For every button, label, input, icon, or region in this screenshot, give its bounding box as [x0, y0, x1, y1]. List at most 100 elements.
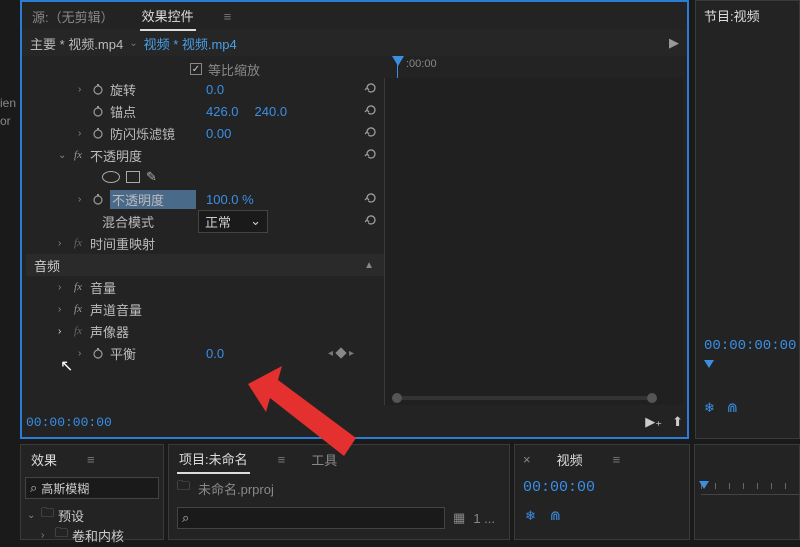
panel-menu-icon[interactable]: ≡ — [278, 452, 286, 467]
clip-master-label[interactable]: 主要 * 视频.mp4 — [30, 34, 123, 53]
bin-lumetri[interactable]: › 🗀 卷和内核 — [27, 525, 157, 545]
source-timecode[interactable]: 00:00:00 — [515, 473, 689, 502]
anchor-y-value[interactable]: 240.0 — [255, 104, 288, 119]
clip-active-label[interactable]: 视频 * 视频.mp4 — [144, 34, 237, 53]
disclosure-icon[interactable]: › — [58, 326, 70, 337]
effect-timeline-ruler[interactable]: :00:00 — [392, 56, 683, 78]
program-playhead[interactable] — [704, 360, 714, 368]
project-header: 🗀 未命名.prproj — [169, 473, 509, 503]
stopwatch-icon[interactable] — [90, 345, 106, 361]
disclosure-icon[interactable]: › — [78, 128, 90, 139]
anchor-x-value[interactable]: 426.0 — [206, 104, 239, 119]
stopwatch-icon[interactable] — [90, 191, 106, 207]
disclosure-icon[interactable]: › — [78, 348, 90, 359]
tab-source-clip[interactable]: 视频 — [555, 446, 585, 473]
tab-source[interactable]: 源:（无剪辑） — [30, 3, 116, 30]
icon-view-button[interactable]: ▦ — [453, 510, 465, 526]
scroll-handle-right[interactable] — [647, 393, 657, 403]
snap-icon[interactable]: ⋒ — [727, 400, 738, 416]
stopwatch-icon[interactable] — [90, 125, 106, 141]
playhead[interactable] — [392, 56, 404, 66]
effects-search[interactable]: ⌕ × — [25, 477, 159, 499]
row-blend-mode: 混合模式 正常 ⌄ — [26, 210, 384, 232]
chevron-down-icon[interactable]: ⌄ — [129, 38, 137, 49]
reset-button[interactable] — [364, 81, 378, 98]
clip-selector-bar: 主要 * 视频.mp4 ⌄ 视频 * 视频.mp4 ▶ — [22, 30, 687, 56]
keyframe-nav[interactable]: ◂ ▸ — [328, 348, 354, 359]
rotation-value[interactable]: 0.0 — [206, 82, 224, 97]
tab-effects[interactable]: 效果 — [29, 446, 59, 473]
row-mask-shapes: ✎ — [26, 166, 384, 188]
disclosure-icon[interactable]: › — [58, 238, 70, 249]
channel-volume-label: 声道音量 — [90, 300, 176, 319]
reset-button[interactable] — [364, 213, 378, 230]
tab-effect-controls[interactable]: 效果控件 — [140, 2, 196, 31]
row-antiflicker: › 防闪烁滤镜 0.00 — [26, 122, 384, 144]
mark-in-icon[interactable]: ❄ — [525, 508, 536, 524]
tab-program[interactable]: 节目:视频 — [702, 2, 762, 29]
export-frame-icon[interactable]: ⬆ — [672, 414, 683, 430]
disclosure-icon[interactable]: ⌄ — [27, 510, 37, 521]
play-only-icon[interactable]: ▶₊ — [645, 414, 662, 430]
effect-controls-footer: 00:00:00:00 ▶₊ ⬆ — [26, 409, 683, 435]
tab-tools[interactable]: 工具 — [309, 446, 339, 473]
mask-rect-button[interactable] — [126, 171, 140, 183]
prev-keyframe-icon[interactable]: ◂ — [328, 348, 333, 359]
chevron-down-icon: ⌄ — [250, 213, 261, 229]
program-tabbar: 节目:视频 — [696, 1, 799, 29]
uniform-scale-checkbox[interactable]: ✓ — [190, 63, 202, 75]
fx-icon[interactable]: fx — [70, 324, 86, 338]
clip-indicator: × — [523, 452, 531, 467]
reset-button[interactable] — [364, 125, 378, 142]
opacity-value[interactable]: 100.0 % — [206, 192, 254, 207]
disclosure-icon[interactable]: › — [58, 282, 70, 293]
tab-project[interactable]: 项目:未命名 — [177, 445, 250, 474]
panel-menu-icon[interactable]: ≡ — [224, 9, 232, 24]
bin-icon: 🗀 — [177, 477, 190, 499]
audio-section-header[interactable]: 音频 ▲ — [26, 254, 384, 276]
disclosure-icon[interactable]: › — [41, 530, 51, 541]
panel-menu-icon[interactable]: ≡ — [87, 452, 95, 467]
add-keyframe-icon[interactable] — [335, 347, 346, 358]
stopwatch-icon[interactable] — [90, 103, 106, 119]
fx-icon[interactable]: fx — [70, 280, 86, 294]
panel-menu-icon[interactable]: ≡ — [613, 452, 621, 467]
fx-icon[interactable]: fx — [70, 302, 86, 316]
panner-label: 声像器 — [90, 322, 176, 341]
stopwatch-icon[interactable] — [90, 81, 106, 97]
disclosure-icon[interactable]: › — [78, 84, 90, 95]
bin-presets[interactable]: ⌄ 🗀 预设 — [27, 505, 157, 525]
mask-pen-button[interactable]: ✎ — [146, 169, 157, 185]
program-ruler[interactable] — [704, 360, 795, 374]
disclosure-icon[interactable]: › — [58, 304, 70, 315]
row-time-remap: › fx 时间重映射 — [26, 232, 384, 254]
reset-button[interactable] — [364, 147, 378, 164]
timeline-ruler[interactable] — [701, 483, 799, 495]
fx-icon[interactable]: fx — [70, 236, 86, 250]
timeline-scrollbar[interactable] — [392, 393, 657, 403]
effect-timecode[interactable]: 00:00:00:00 — [26, 415, 112, 430]
snap-icon[interactable]: ⋒ — [550, 508, 561, 524]
mark-in-icon[interactable]: ❄ — [704, 400, 715, 416]
uniform-scale-label: 等比缩放 — [208, 60, 294, 79]
program-timecode[interactable]: 00:00:00:00 — [704, 338, 796, 354]
effect-timeline-body[interactable] — [384, 78, 683, 405]
mask-ellipse-button[interactable] — [102, 171, 120, 183]
blend-mode-dropdown[interactable]: 正常 ⌄ — [198, 210, 268, 233]
ruler-time-label: :00:00 — [406, 58, 437, 70]
reset-button[interactable] — [364, 191, 378, 208]
collapse-icon[interactable]: ▲ — [364, 260, 374, 271]
next-keyframe-icon[interactable]: ▸ — [349, 348, 354, 359]
row-balance: › 平衡 0.0 ◂ ▸ — [26, 342, 384, 364]
project-search[interactable]: ⌕ — [177, 507, 445, 529]
disclosure-icon[interactable]: › — [78, 194, 90, 205]
reset-button[interactable] — [364, 103, 378, 120]
play-icon[interactable]: ▶ — [669, 35, 679, 51]
disclosure-icon[interactable]: ⌄ — [58, 150, 70, 161]
time-remap-label: 时间重映射 — [90, 234, 176, 253]
scroll-handle-left[interactable] — [392, 393, 402, 403]
project-search-input[interactable] — [193, 511, 440, 525]
balance-value[interactable]: 0.0 — [206, 346, 224, 361]
antiflicker-value[interactable]: 0.00 — [206, 126, 231, 141]
fx-icon[interactable]: fx — [70, 148, 86, 162]
